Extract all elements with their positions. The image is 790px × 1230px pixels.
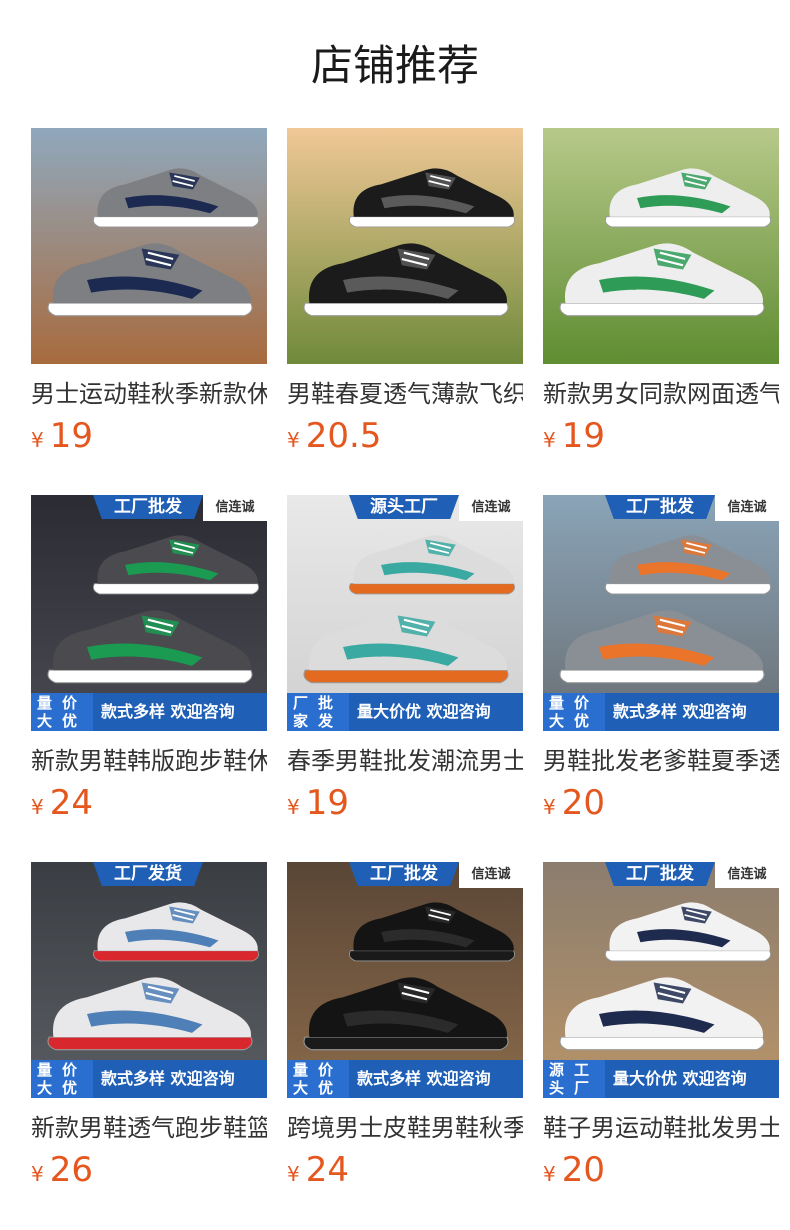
trust-badge: 信连诚 xyxy=(459,862,523,888)
factory-badge: 源头工厂 xyxy=(349,495,459,519)
factory-badge: 工厂批发 xyxy=(349,862,459,886)
factory-badge: 工厂批发 xyxy=(93,495,203,519)
product-name[interactable]: 鞋子男运动鞋批发男士休闲鞋 xyxy=(543,1108,779,1148)
product-name[interactable]: 新款男女同款网面透气运动鞋 xyxy=(543,374,779,414)
price-value: 20 xyxy=(561,783,605,823)
promo-text: 款式多样 欢迎咨询 xyxy=(613,702,747,721)
currency-symbol: ¥ xyxy=(287,428,300,452)
promo-banner: 厂批家发 量大价优 欢迎咨询 xyxy=(287,693,523,731)
product-price: ¥20.5 xyxy=(287,414,381,458)
trust-badge: 信连诚 xyxy=(715,862,779,888)
price-value: 20.5 xyxy=(305,416,382,456)
product-card[interactable]: 源头工厂信连诚厂批家发量大价优 欢迎咨询春季男鞋批发潮流男士运动鞋¥19 xyxy=(287,495,523,825)
product-card[interactable]: 工厂发货量价大优款式多样 欢迎咨询新款男鞋透气跑步鞋篮球运动鞋¥26 xyxy=(31,862,267,1192)
promo-text: 量大价优 欢迎咨询 xyxy=(613,1069,747,1088)
product-card[interactable]: 新款男女同款网面透气运动鞋¥19 xyxy=(543,128,779,458)
product-price: ¥19 xyxy=(543,414,605,458)
promo-tag: 厂批家发 xyxy=(287,693,349,731)
product-image[interactable]: 工厂批发 信连诚源工头厂 量大价优 欢迎咨询 xyxy=(543,862,779,1098)
product-image[interactable] xyxy=(543,128,779,364)
promo-text: 量大价优 欢迎咨询 xyxy=(357,702,491,721)
product-name[interactable]: 跨境男士皮鞋男鞋秋季商务休闲鞋 xyxy=(287,1108,523,1148)
promo-tag: 量价大优 xyxy=(287,1060,349,1098)
currency-symbol: ¥ xyxy=(543,1162,556,1186)
product-card[interactable]: 工厂批发信连诚源工头厂量大价优 欢迎咨询鞋子男运动鞋批发男士休闲鞋¥20 xyxy=(543,862,779,1192)
product-name[interactable]: 新款男鞋透气跑步鞋篮球运动鞋 xyxy=(31,1108,267,1148)
price-value: 26 xyxy=(49,1150,93,1190)
product-card[interactable]: 工厂批发信连诚量价大优款式多样 欢迎咨询跨境男士皮鞋男鞋秋季商务休闲鞋¥24 xyxy=(287,862,523,1192)
product-name[interactable]: 新款男鞋韩版跑步鞋休闲运动鞋 xyxy=(31,741,267,781)
price-value: 24 xyxy=(305,1150,349,1190)
currency-symbol: ¥ xyxy=(31,1162,44,1186)
currency-symbol: ¥ xyxy=(543,795,556,819)
shoe-photo xyxy=(287,128,523,364)
product-price: ¥19 xyxy=(287,781,349,825)
promo-banner: 量价大优 款式多样 欢迎咨询 xyxy=(31,693,267,731)
product-card[interactable]: 工厂批发信连诚量价大优款式多样 欢迎咨询男鞋批发老爹鞋夏季透气网面鞋¥20 xyxy=(543,495,779,825)
price-value: 20 xyxy=(561,1150,605,1190)
promo-tag: 量价大优 xyxy=(543,693,605,731)
promo-tag: 量价大优 xyxy=(31,1060,93,1098)
promo-text: 款式多样 欢迎咨询 xyxy=(357,1069,491,1088)
product-image[interactable]: 工厂批发 信连诚量价大优 款式多样 欢迎咨询 xyxy=(287,862,523,1098)
product-card[interactable]: 男鞋春夏透气薄款飞织运动鞋¥20.5 xyxy=(287,128,523,458)
product-card[interactable]: 工厂批发信连诚量价大优款式多样 欢迎咨询新款男鞋韩版跑步鞋休闲运动鞋¥24 xyxy=(31,495,267,825)
product-price: ¥24 xyxy=(287,1148,349,1192)
product-price: ¥26 xyxy=(31,1148,93,1192)
product-name[interactable]: 春季男鞋批发潮流男士运动鞋 xyxy=(287,741,523,781)
product-image[interactable]: 工厂批发 信连诚量价大优 款式多样 欢迎咨询 xyxy=(31,495,267,731)
price-value: 19 xyxy=(305,783,349,823)
currency-symbol: ¥ xyxy=(31,428,44,452)
promo-banner: 量价大优 款式多样 欢迎咨询 xyxy=(287,1060,523,1098)
promo-text: 款式多样 欢迎咨询 xyxy=(101,702,235,721)
page-title: 店铺推荐 xyxy=(310,41,479,90)
product-price: ¥19 xyxy=(31,414,93,458)
product-name[interactable]: 男鞋春夏透气薄款飞织运动鞋 xyxy=(287,374,523,414)
product-image[interactable]: 源头工厂 信连诚厂批家发 量大价优 欢迎咨询 xyxy=(287,495,523,731)
shoe-photo xyxy=(31,128,267,364)
product-name[interactable]: 男鞋批发老爹鞋夏季透气网面鞋 xyxy=(543,741,779,781)
product-image[interactable]: 工厂发货量价大优 款式多样 欢迎咨询 xyxy=(31,862,267,1098)
promo-text: 款式多样 欢迎咨询 xyxy=(101,1069,235,1088)
product-image[interactable]: 工厂批发 信连诚量价大优 款式多样 欢迎咨询 xyxy=(543,495,779,731)
product-price: ¥24 xyxy=(31,781,93,825)
product-price: ¥20 xyxy=(543,781,605,825)
price-value: 19 xyxy=(561,416,605,456)
currency-symbol: ¥ xyxy=(287,1162,300,1186)
currency-symbol: ¥ xyxy=(31,795,44,819)
price-value: 24 xyxy=(49,783,93,823)
promo-tag: 源工头厂 xyxy=(543,1060,605,1098)
product-card[interactable]: 男士运动鞋秋季新款休闲跑步鞋¥19 xyxy=(31,128,267,458)
trust-badge: 信连诚 xyxy=(459,495,523,521)
promo-tag: 量价大优 xyxy=(31,693,93,731)
product-name[interactable]: 男士运动鞋秋季新款休闲跑步鞋 xyxy=(31,374,267,414)
trust-badge: 信连诚 xyxy=(203,495,267,521)
promo-banner: 源工头厂 量大价优 欢迎咨询 xyxy=(543,1060,779,1098)
price-value: 19 xyxy=(49,416,93,456)
product-price: ¥20 xyxy=(543,1148,605,1192)
factory-badge: 工厂发货 xyxy=(93,862,203,886)
factory-badge: 工厂批发 xyxy=(605,495,715,519)
product-image[interactable] xyxy=(31,128,267,364)
trust-badge: 信连诚 xyxy=(715,495,779,521)
currency-symbol: ¥ xyxy=(543,428,556,452)
product-image[interactable] xyxy=(287,128,523,364)
shoe-photo xyxy=(543,128,779,364)
promo-banner: 量价大优 款式多样 欢迎咨询 xyxy=(543,693,779,731)
promo-banner: 量价大优 款式多样 欢迎咨询 xyxy=(31,1060,267,1098)
factory-badge: 工厂批发 xyxy=(605,862,715,886)
currency-symbol: ¥ xyxy=(287,795,300,819)
